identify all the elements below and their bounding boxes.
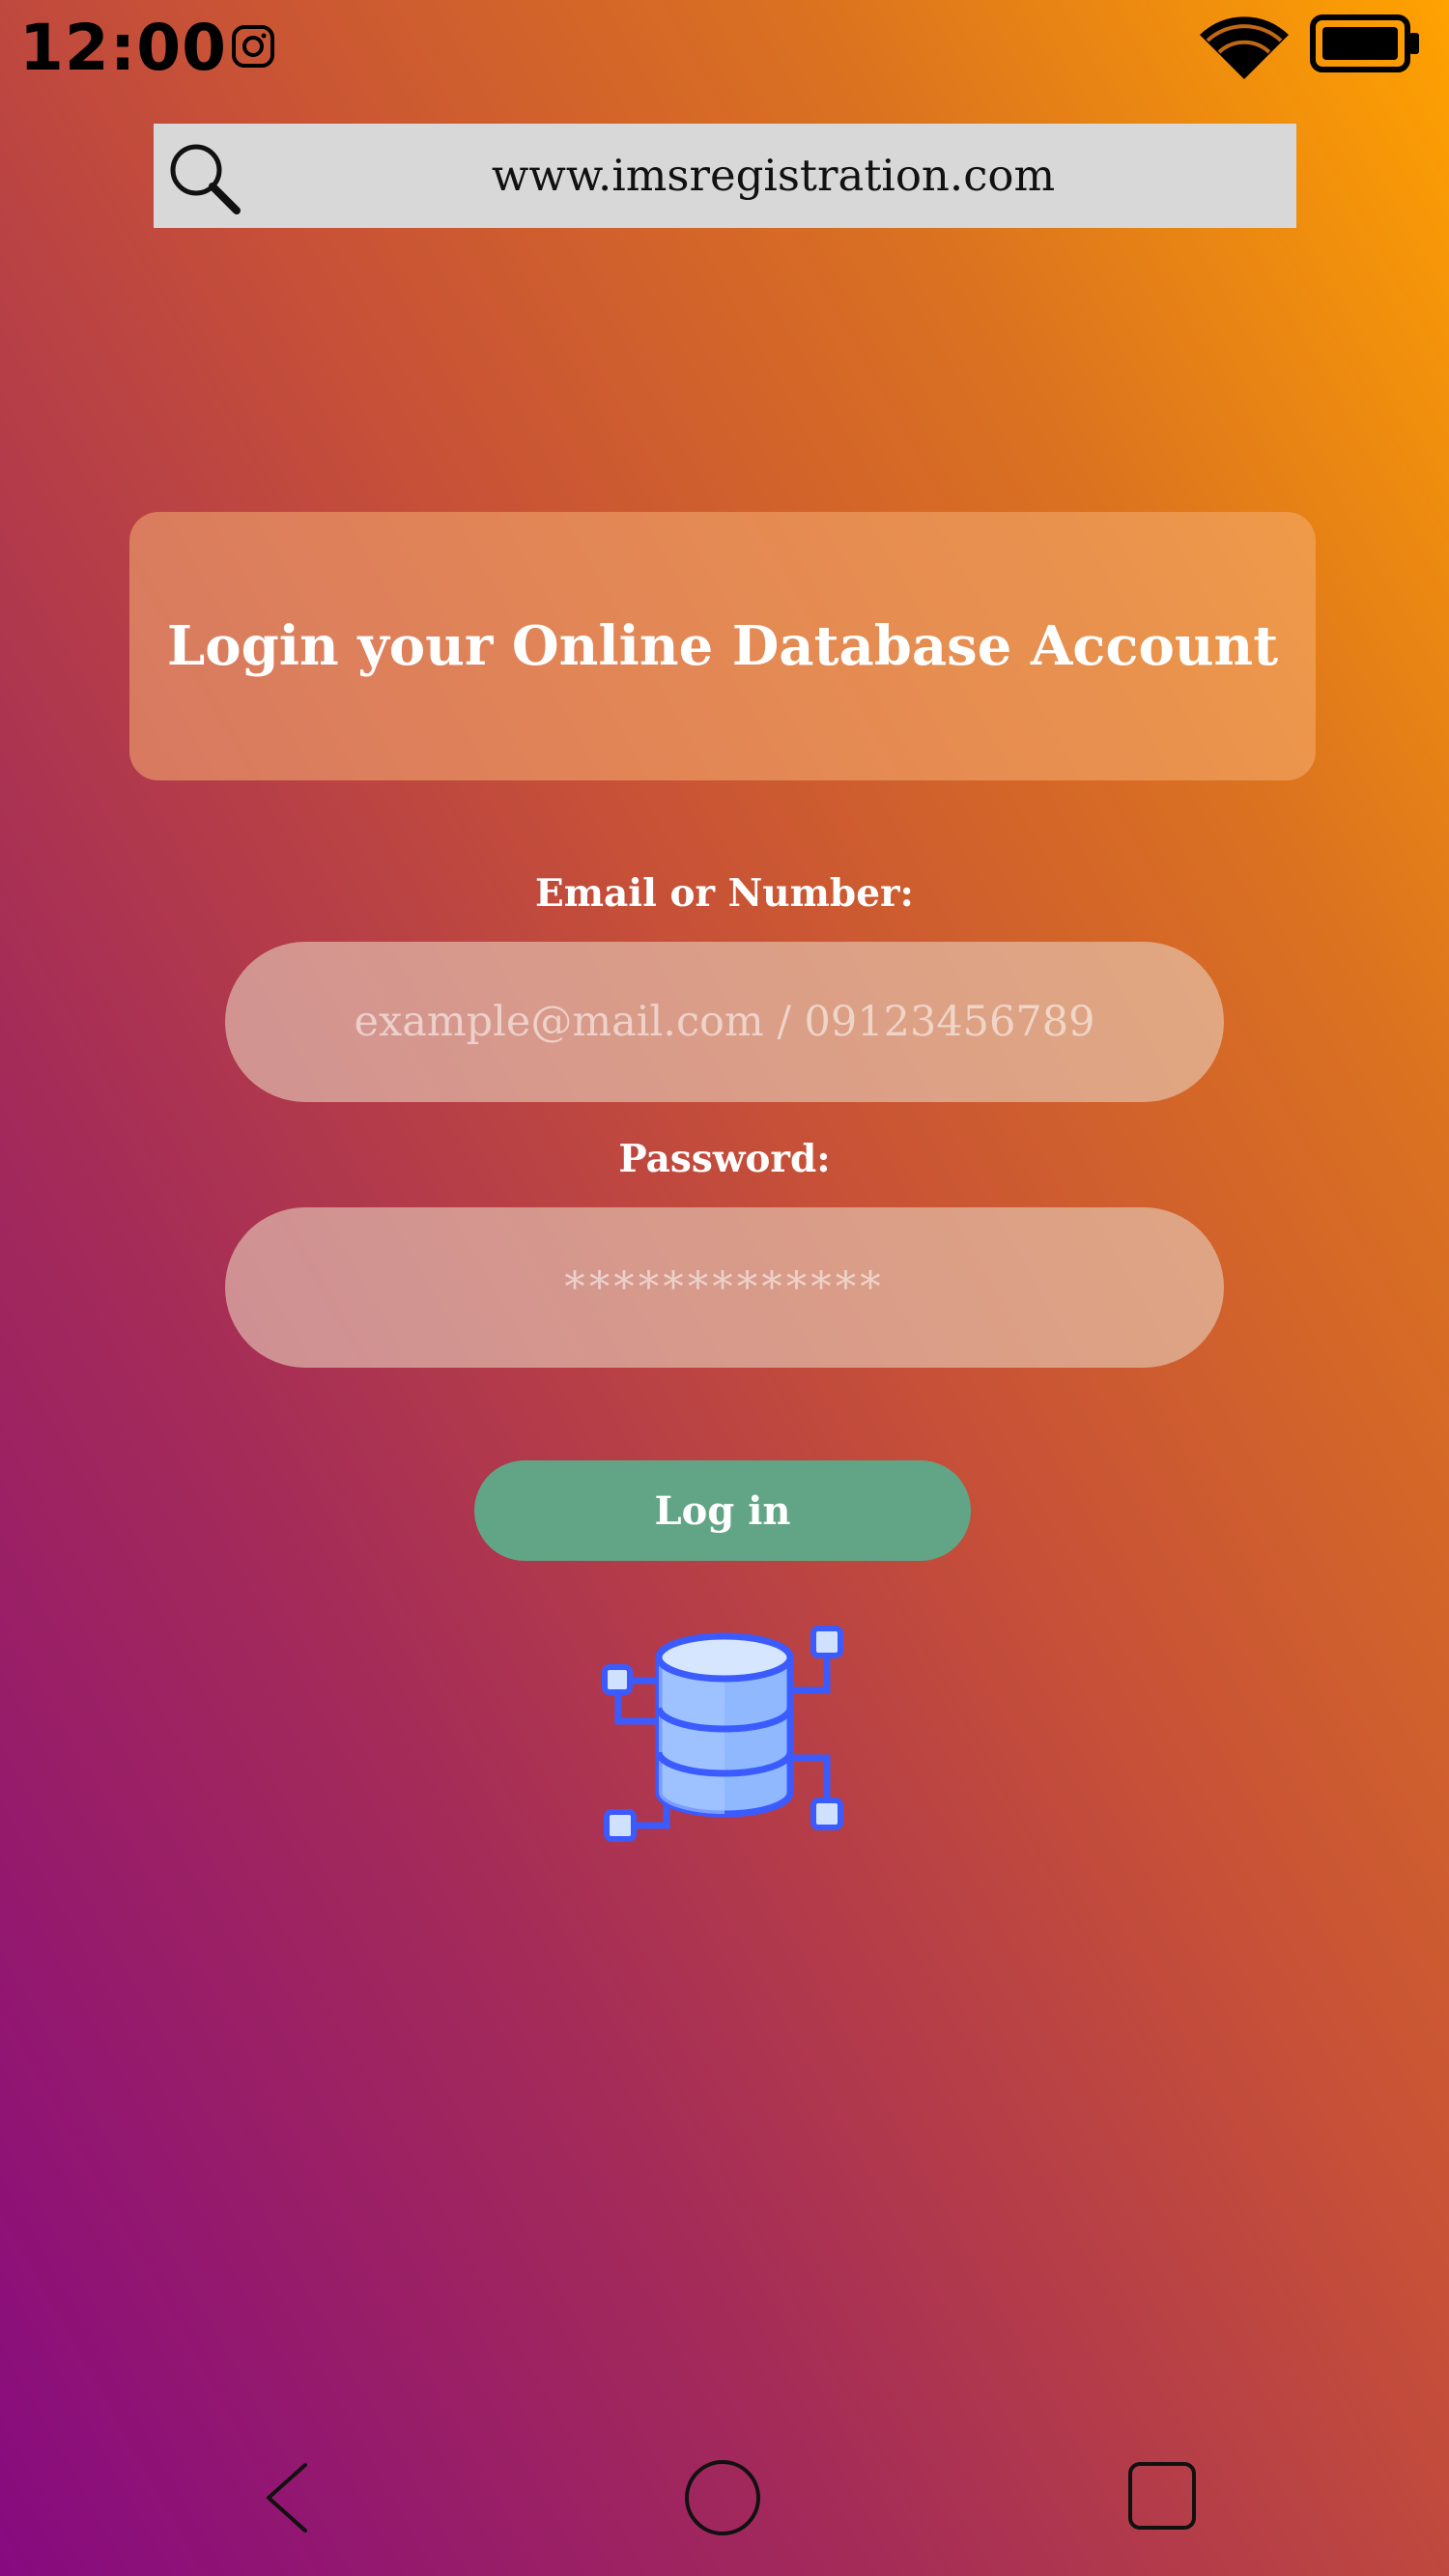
password-input[interactable] <box>225 1207 1224 1368</box>
email-label: Email or Number: <box>535 871 914 916</box>
instagram-icon <box>230 23 276 70</box>
recents-icon[interactable] <box>1127 2461 1197 2534</box>
home-icon[interactable] <box>684 2459 761 2540</box>
url-bar[interactable]: www.imsregistration.com <box>154 124 1296 228</box>
url-text[interactable]: www.imsregistration.com <box>289 124 1258 228</box>
search-icon[interactable] <box>167 141 242 220</box>
battery-icon <box>1309 14 1421 73</box>
login-button[interactable]: Log in <box>474 1460 971 1561</box>
password-label: Password: <box>618 1137 831 1181</box>
database-network-icon <box>599 1621 852 1854</box>
page-title: Login your Online Database Account <box>166 614 1279 678</box>
status-time: 12:00 <box>19 11 228 85</box>
login-title-card: Login your Online Database Account <box>129 512 1316 780</box>
email-input[interactable] <box>225 942 1224 1102</box>
wifi-icon <box>1198 14 1291 81</box>
back-icon[interactable] <box>259 2461 317 2538</box>
